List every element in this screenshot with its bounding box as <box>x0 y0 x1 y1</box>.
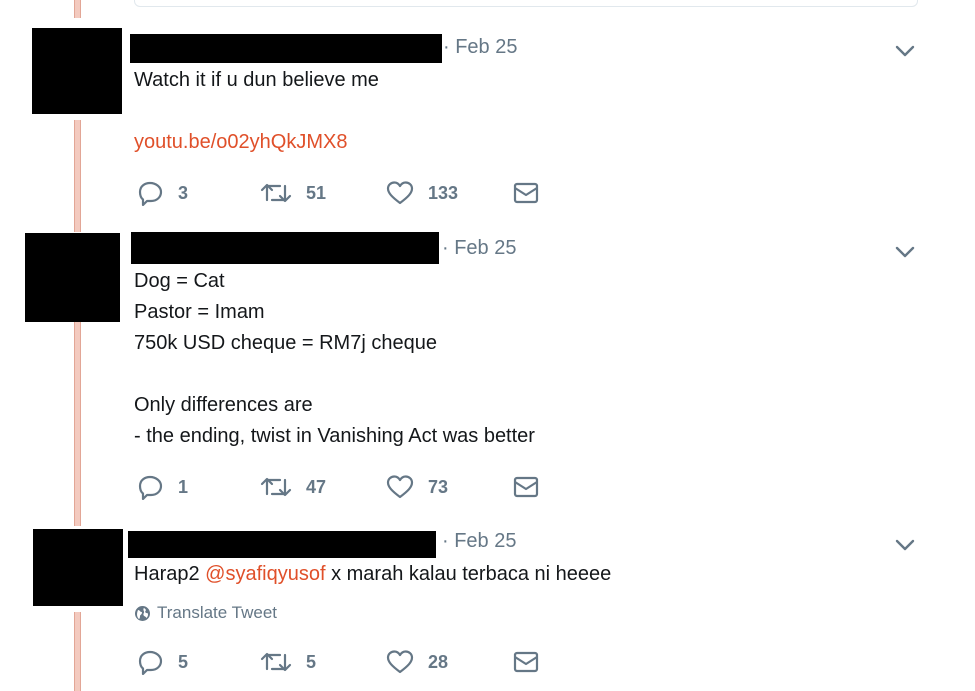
like-button[interactable]: 73 <box>386 472 448 502</box>
redacted-author-name[interactable] <box>131 232 439 264</box>
reply-count: 3 <box>178 182 189 203</box>
tweet[interactable]: · Feb 25 Dog = Cat Pastor = Imam 750k US… <box>0 222 975 512</box>
envelope-icon <box>513 651 539 673</box>
retweet-count: 5 <box>306 651 317 672</box>
like-count: 73 <box>428 476 449 497</box>
tweet-text: Dog = Cat Pastor = Imam 750k USD cheque … <box>134 270 535 447</box>
chevron-down-icon[interactable] <box>894 244 916 260</box>
tweet-text-before: Harap2 <box>134 563 206 585</box>
reply-button[interactable]: 1 <box>136 472 188 502</box>
reply-count: 5 <box>178 651 189 672</box>
retweet-button[interactable]: 47 <box>260 472 326 502</box>
tweet-link[interactable]: youtu.be/o02yhQkJMX8 <box>134 131 347 153</box>
redacted-author-name[interactable] <box>128 531 436 558</box>
retweet-button[interactable]: 51 <box>260 178 326 208</box>
like-count: 28 <box>428 651 449 672</box>
like-button[interactable]: 28 <box>386 647 448 677</box>
reply-button[interactable]: 5 <box>136 647 188 677</box>
direct-message-button[interactable] <box>512 647 540 677</box>
like-button[interactable]: 133 <box>386 178 458 208</box>
retweet-icon <box>260 183 292 203</box>
envelope-icon <box>513 182 539 204</box>
retweet-button[interactable]: 5 <box>260 647 316 677</box>
globe-icon <box>135 605 150 621</box>
heart-icon <box>386 650 414 674</box>
chevron-down-icon[interactable] <box>894 537 916 553</box>
tweet-date[interactable]: · Feb 25 <box>443 36 517 59</box>
tweet-link-line: youtu.be/o02yhQkJMX8 <box>134 127 347 158</box>
heart-icon <box>386 181 414 205</box>
retweet-icon <box>260 652 292 672</box>
tweet-text: Harap2 @syafiqyusof x marah kalau terbac… <box>134 559 611 590</box>
mention-link[interactable]: @syafiqyusof <box>205 563 325 585</box>
reply-icon <box>138 650 163 675</box>
direct-message-button[interactable] <box>512 178 540 208</box>
avatar[interactable] <box>32 28 122 114</box>
tweet-actions: 1 47 73 <box>136 472 556 502</box>
tweet-text-after: x marah kalau terbaca ni heeee <box>325 563 612 585</box>
tweet[interactable]: · Feb 25 Harap2 @syafiqyusof x marah kal… <box>0 512 975 691</box>
like-count: 133 <box>428 182 459 203</box>
tweet-date[interactable]: · Feb 25 <box>442 237 516 260</box>
retweet-count: 47 <box>306 476 327 497</box>
tweet-text: Watch it if u dun believe me <box>134 69 379 91</box>
reply-icon <box>138 181 163 206</box>
tweet-actions: 5 5 28 <box>136 647 556 677</box>
direct-message-button[interactable] <box>512 472 540 502</box>
tweet-actions: 3 51 133 <box>136 178 556 208</box>
tweet-date[interactable]: · Feb 25 <box>442 530 516 553</box>
reply-icon <box>138 475 163 500</box>
translate-label: Translate Tweet <box>157 603 278 622</box>
chevron-down-icon[interactable] <box>894 43 916 59</box>
retweet-icon <box>260 477 292 497</box>
avatar[interactable] <box>33 529 123 606</box>
redacted-author-name[interactable] <box>130 34 442 63</box>
retweet-count: 51 <box>306 182 327 203</box>
envelope-icon <box>513 476 539 498</box>
reply-count: 1 <box>178 476 189 497</box>
heart-icon <box>386 475 414 499</box>
reply-button[interactable]: 3 <box>136 178 188 208</box>
translate-tweet-link[interactable]: Translate Tweet <box>134 603 277 623</box>
tweet[interactable]: · Feb 25 Watch it if u dun believe me yo… <box>0 0 975 220</box>
avatar[interactable] <box>25 233 120 322</box>
